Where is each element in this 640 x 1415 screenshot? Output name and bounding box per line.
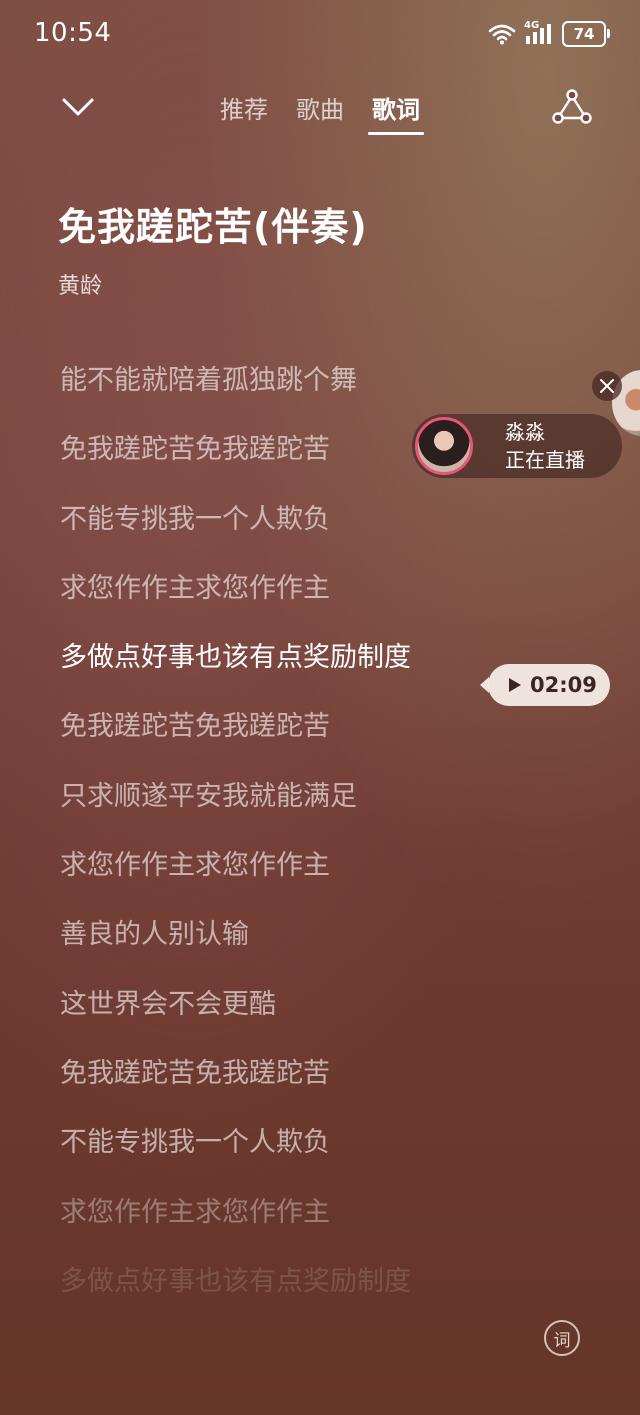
lyric-line[interactable]: 只求顺遂平安我就能满足 [60, 778, 490, 847]
battery-level: 74 [573, 25, 595, 43]
lyrics-list[interactable]: 能不能就陪着孤独跳个舞 免我蹉跎苦免我蹉跎苦 不能专挑我一个人欺负 求您作作主求… [60, 362, 490, 1332]
seek-time: 02:09 [530, 673, 597, 697]
live-streamer-name: 淼淼 [505, 420, 545, 444]
lyric-line[interactable]: 这世界会不会更酷 [60, 986, 490, 1055]
lyric-line[interactable]: 不能专挑我一个人欺负 [60, 1124, 490, 1193]
lyric-line[interactable]: 不能专挑我一个人欺负 [60, 501, 490, 570]
status-icons: 4G 74 [488, 20, 610, 48]
lyric-mode-button[interactable]: 词 [544, 1320, 580, 1356]
song-title: 免我蹉跎苦(伴奏) [58, 205, 368, 249]
wifi-icon [488, 24, 516, 45]
battery-icon: 74 [562, 21, 610, 47]
tab-bar: 推荐 歌曲 歌词 [0, 90, 640, 135]
lyric-line[interactable]: 免我蹉跎苦免我蹉跎苦 [60, 708, 490, 777]
lyric-line-current[interactable]: 多做点好事也该有点奖励制度 [60, 639, 490, 708]
tab-recommend[interactable]: 推荐 [220, 90, 268, 135]
lyric-line[interactable]: 求您作作主求您作作主 [60, 1194, 490, 1263]
status-time: 10:54 [34, 18, 112, 48]
lyric-line[interactable]: 求您作作主求您作作主 [60, 847, 490, 916]
seek-play-button[interactable]: 02:09 [480, 664, 610, 706]
lyric-line[interactable]: 免我蹉跎苦免我蹉跎苦 [60, 1055, 490, 1124]
live-avatar [415, 417, 473, 475]
lyric-line[interactable]: 善良的人别认输 [60, 916, 490, 985]
signal-icon: 4G [524, 20, 554, 46]
close-live-button[interactable] [592, 371, 622, 401]
tab-lyrics[interactable]: 歌词 [368, 90, 424, 135]
live-status: 正在直播 [505, 448, 585, 472]
lyric-line[interactable]: 多做点好事也该有点奖励制度 [60, 1263, 490, 1332]
tab-song[interactable]: 歌曲 [296, 90, 344, 135]
lyric-mode-label: 词 [553, 1330, 571, 1351]
close-icon [600, 379, 614, 393]
share-icon[interactable] [552, 88, 592, 126]
live-card[interactable]: 淼淼 正在直播 [412, 414, 622, 478]
play-icon [509, 678, 521, 692]
lyric-line[interactable]: 求您作作主求您作作主 [60, 570, 490, 639]
artist-name[interactable]: 黄龄 [58, 268, 102, 300]
